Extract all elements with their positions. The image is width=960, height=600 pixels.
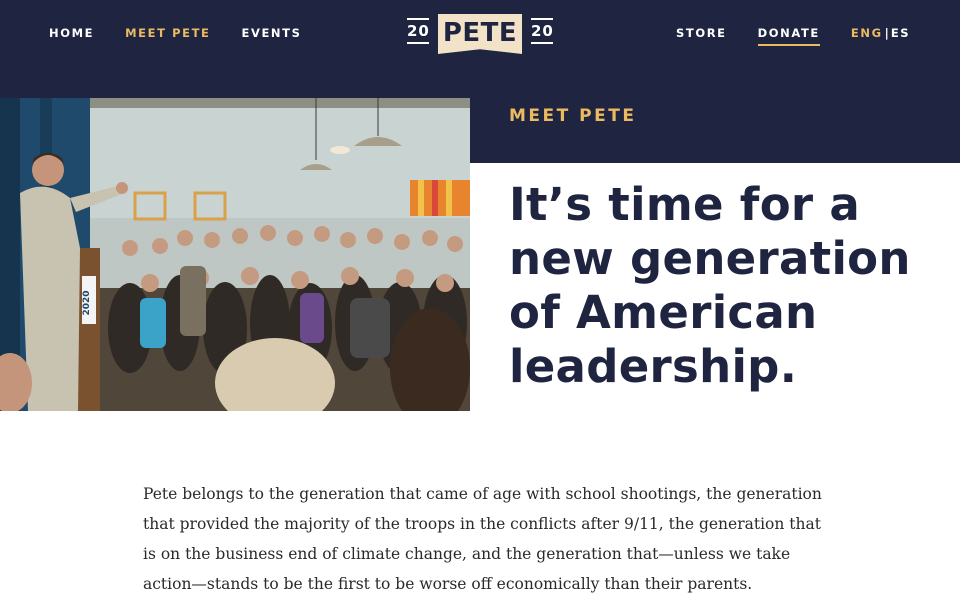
- language-english-link[interactable]: ENG: [851, 26, 883, 43]
- section-eyebrow: MEET PETE: [509, 106, 637, 126]
- pete-2020-logo[interactable]: 20 PETE 20: [407, 14, 553, 54]
- logo-year-right: 20: [531, 18, 554, 44]
- hero-photo-town-hall: 2020: [0, 98, 470, 411]
- logo-name: PETE: [442, 17, 518, 48]
- primary-nav-left: HOME MEET PETE EVENTS: [49, 26, 301, 46]
- nav-meet-pete-link[interactable]: MEET PETE: [125, 26, 210, 46]
- campaign-sign-text: 2020: [82, 290, 92, 315]
- logo-year-left: 20: [407, 18, 430, 44]
- logo-name-badge: PETE: [438, 14, 522, 54]
- hero-headline: It’s time for a new generation of Americ…: [509, 178, 911, 393]
- language-spanish-link[interactable]: ES: [891, 26, 910, 43]
- language-switcher: ENG | ES: [851, 26, 910, 46]
- intro-paragraph: Pete belongs to the generation that came…: [143, 485, 822, 593]
- nav-events-link[interactable]: EVENTS: [242, 26, 302, 46]
- primary-nav-right: STORE DONATE ENG | ES: [676, 26, 910, 46]
- nav-store-link[interactable]: STORE: [676, 26, 727, 46]
- language-separator: |: [884, 26, 889, 40]
- town-hall-illustration: 2020: [0, 98, 470, 411]
- nav-donate-link[interactable]: DONATE: [757, 26, 820, 46]
- nav-home-link[interactable]: HOME: [49, 26, 94, 46]
